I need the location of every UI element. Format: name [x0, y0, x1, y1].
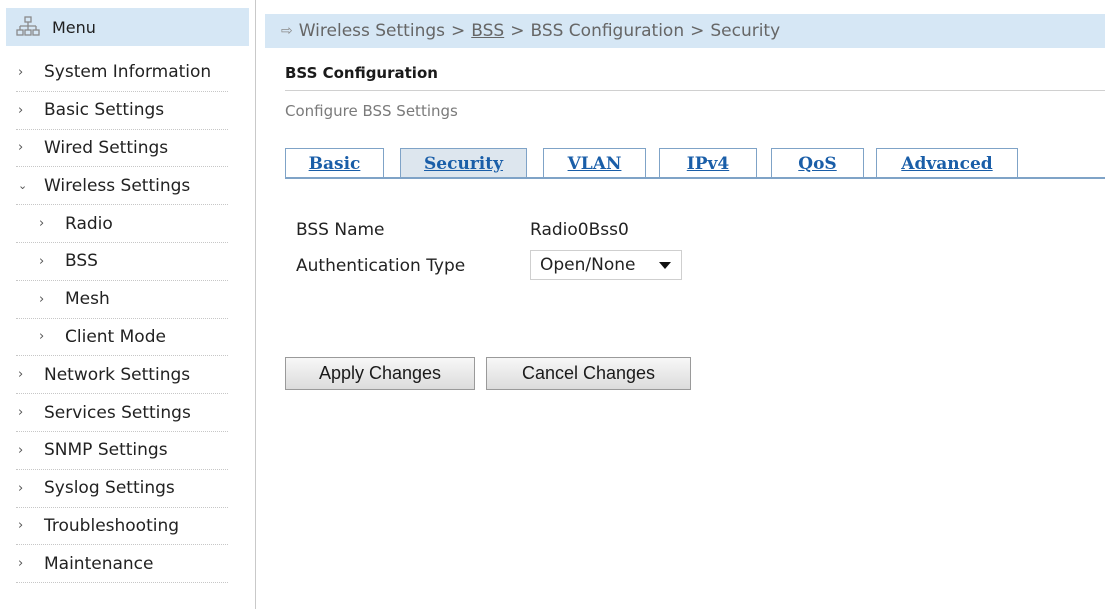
sidebar-item-wired-settings[interactable]: › Wired Settings [16, 130, 228, 168]
chevron-right-icon: › [18, 556, 24, 572]
authentication-type-label: Authentication Type [296, 256, 466, 276]
sidebar-item-label: Wireless Settings [44, 175, 191, 196]
sidebar: Menu › System Information › Basic Settin… [0, 0, 256, 609]
authentication-type-value: Open/None [540, 255, 636, 275]
chevron-right-icon: › [18, 405, 24, 421]
tab-advanced[interactable]: Advanced [876, 148, 1018, 178]
caret-down-icon [659, 262, 671, 269]
tab-security[interactable]: Security [400, 148, 527, 178]
arrow-right-icon: ⇨ [281, 23, 293, 39]
tab-vlan[interactable]: VLAN [543, 148, 646, 178]
tab-ipv4[interactable]: IPv4 [659, 148, 757, 178]
breadcrumb-separator: > [451, 21, 466, 41]
sidebar-item-label: Maintenance [44, 553, 154, 574]
cancel-changes-button[interactable]: Cancel Changes [486, 357, 691, 390]
sidebar-item-label: Mesh [65, 289, 110, 310]
sidebar-item-label: Basic Settings [44, 100, 165, 121]
sidebar-item-system-information[interactable]: › System Information [16, 54, 228, 92]
bss-name-value: Radio0Bss0 [530, 220, 629, 240]
sidebar-item-client-mode[interactable]: › Client Mode [16, 319, 228, 357]
breadcrumb-separator: > [510, 21, 525, 41]
sidebar-item-syslog-settings[interactable]: › Syslog Settings [16, 470, 228, 508]
sidebar-item-label: Wired Settings [44, 137, 169, 158]
chevron-right-icon: › [18, 64, 24, 80]
menu-header-label: Menu [52, 17, 96, 37]
chevron-right-icon: › [39, 291, 45, 307]
sidebar-item-mesh[interactable]: › Mesh [16, 281, 228, 319]
sidebar-item-radio[interactable]: › Radio [16, 205, 228, 243]
sidebar-item-snmp-settings[interactable]: › SNMP Settings [16, 432, 228, 470]
chevron-right-icon: › [18, 367, 24, 383]
page-title: BSS Configuration [285, 64, 438, 82]
breadcrumb-item-wireless-settings: Wireless Settings [298, 21, 445, 41]
sidebar-item-label: Troubleshooting [44, 515, 180, 536]
menu-header[interactable]: Menu [6, 8, 249, 46]
chevron-right-icon: › [18, 140, 24, 156]
sidebar-item-label: System Information [44, 62, 212, 83]
sidebar-item-label: Network Settings [44, 364, 191, 385]
sidebar-menu: › System Information › Basic Settings › … [16, 54, 228, 584]
sidebar-item-services-settings[interactable]: › Services Settings [16, 394, 228, 432]
chevron-right-icon: › [18, 518, 24, 534]
title-divider [285, 90, 1105, 91]
apply-changes-button[interactable]: Apply Changes [285, 357, 475, 390]
sidebar-item-label: BSS [65, 251, 98, 272]
sidebar-item-bss[interactable]: › BSS [16, 243, 228, 281]
authentication-type-select[interactable]: Open/None [530, 250, 682, 280]
sidebar-item-label: SNMP Settings [44, 440, 168, 461]
sidebar-item-label: Services Settings [44, 402, 191, 423]
sidebar-item-basic-settings[interactable]: › Basic Settings [16, 92, 228, 130]
chevron-right-icon: › [39, 329, 45, 345]
tab-basic[interactable]: Basic [285, 148, 384, 178]
sidebar-item-label: Client Mode [65, 326, 166, 347]
sitemap-icon [16, 16, 40, 36]
tab-underline [285, 177, 1105, 179]
sidebar-item-wireless-settings[interactable]: ⌄ Wireless Settings [16, 167, 228, 206]
sidebar-item-network-settings[interactable]: › Network Settings [16, 356, 228, 395]
chevron-down-icon: ⌄ [18, 179, 28, 193]
breadcrumb-link-bss[interactable]: BSS [471, 21, 504, 41]
breadcrumb-item-bss-configuration: BSS Configuration [530, 21, 685, 41]
sidebar-item-label: Radio [65, 213, 113, 234]
chevron-right-icon: › [39, 253, 45, 269]
chevron-right-icon: › [18, 442, 24, 458]
chevron-right-icon: › [18, 102, 24, 118]
tab-qos[interactable]: QoS [771, 148, 864, 178]
sidebar-item-troubleshooting[interactable]: › Troubleshooting [16, 508, 228, 546]
breadcrumb-separator: > [690, 21, 705, 41]
sidebar-item-maintenance[interactable]: › Maintenance [16, 545, 228, 584]
bss-name-label: BSS Name [296, 220, 385, 240]
sidebar-item-label: Syslog Settings [44, 478, 175, 499]
breadcrumb: ⇨ Wireless Settings > BSS > BSS Configur… [265, 14, 1105, 48]
chevron-right-icon: › [39, 216, 45, 232]
page-subtitle: Configure BSS Settings [285, 102, 458, 120]
chevron-right-icon: › [18, 480, 24, 496]
breadcrumb-item-security: Security [710, 21, 781, 41]
